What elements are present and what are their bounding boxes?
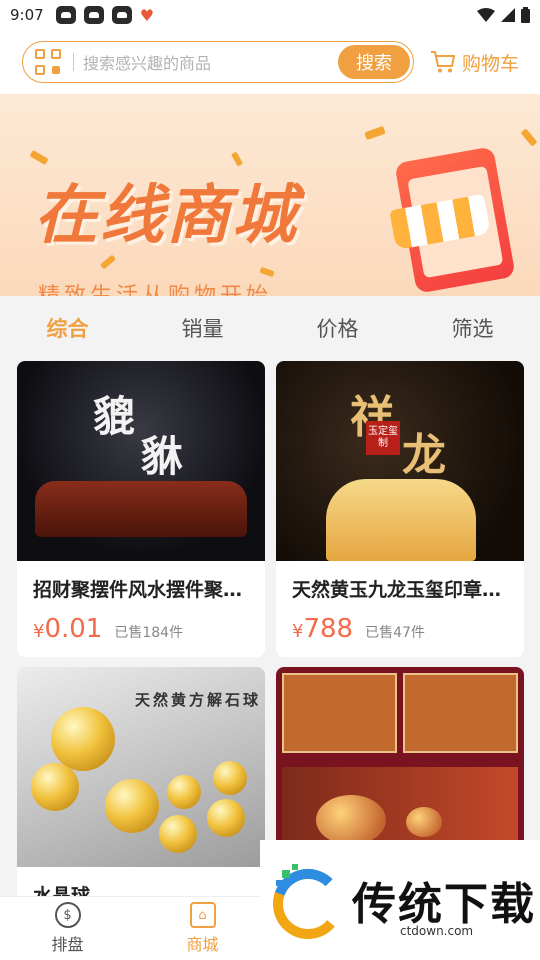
product-card[interactable]: 祥 龙 玉定玺制 天然黄玉九龙玉玺印章… ¥ 788 已售47件 [276, 361, 524, 657]
search-divider [73, 53, 74, 71]
watermark-logo-icon [273, 864, 343, 939]
product-sold-count: 已售47件 [365, 625, 425, 641]
product-card[interactable]: 貔 貅 招财聚摆件风水摆件聚… ¥ 0.01 已售184件 [17, 361, 265, 657]
cart-label: 购物车 [462, 52, 520, 75]
product-image-text: 貅 [141, 432, 184, 481]
app-screen: 9:07 ♥ 搜索感兴趣的商品 搜索 购物车 在线商城 综合 销量 价格 筛选 … [0, 0, 540, 960]
cart-button[interactable]: 购物车 [430, 49, 519, 76]
notification-car-icon [55, 6, 76, 24]
product-name: 招财聚摆件风水摆件聚… [33, 579, 243, 601]
necklace-photo [403, 673, 518, 753]
product-card[interactable] [276, 667, 524, 867]
status-indicators [477, 7, 530, 23]
battery-icon [521, 7, 530, 23]
nav-label: 排盘 [51, 935, 84, 954]
product-image-text: 天然黄方解石球 [135, 691, 262, 709]
watermark: 传统下载 ctdown.com [260, 840, 540, 960]
product-image [276, 667, 524, 867]
cart-icon [431, 51, 455, 73]
product-price: 788 [303, 614, 354, 644]
qr-scan-icon[interactable] [35, 49, 61, 75]
wifi-icon [477, 8, 495, 22]
product-image-text: 龙 [402, 430, 446, 481]
jade-seal-illustration [326, 479, 476, 561]
watermark-title: 传统下载 [352, 879, 536, 930]
compass-icon: $ [54, 902, 81, 928]
bottom-nav: $ 排盘 ⌂ 商城 [0, 896, 270, 960]
product-sold-count: 已售184件 [114, 625, 184, 641]
tab-price[interactable]: 价格 [270, 313, 405, 343]
sort-tabs: 综合 销量 价格 筛选 [0, 296, 540, 360]
nav-item-shop[interactable]: ⌂ 商城 [135, 897, 270, 960]
signal-icon [501, 8, 515, 22]
banner-title: 在线商城 [34, 179, 298, 253]
tab-sales[interactable]: 销量 [135, 313, 270, 343]
search-button[interactable]: 搜索 [338, 45, 410, 79]
status-time: 9:07 [10, 6, 44, 24]
banner-subtitle: 精致生活从购物开始 [38, 278, 272, 296]
product-image: 貔 貅 [17, 361, 265, 561]
nav-item-chart[interactable]: $ 排盘 [0, 897, 135, 960]
watermark-url: ctdown.com [400, 924, 474, 938]
notification-heart-icon: ♥ [139, 5, 155, 25]
product-meta: ¥ 0.01 已售184件 [17, 602, 265, 644]
product-image: 天然黄方解石球 [17, 667, 265, 867]
product-meta: ¥ 788 已售47件 [276, 602, 524, 644]
currency-symbol: ¥ [33, 621, 45, 642]
currency-symbol: ¥ [292, 621, 304, 642]
necklace-photo [282, 673, 397, 753]
product-image-text: 貔 [93, 392, 136, 441]
notification-car-icon [83, 6, 104, 24]
nav-label: 商城 [186, 935, 219, 954]
tab-comprehensive[interactable]: 综合 [0, 313, 135, 343]
search-bar[interactable]: 搜索感兴趣的商品 搜索 [22, 41, 414, 83]
product-image: 祥 龙 玉定玺制 [276, 361, 524, 561]
product-name: 天然黄玉九龙玉玺印章… [292, 579, 502, 601]
notification-car-icon [111, 6, 132, 24]
carving-illustration [35, 481, 247, 537]
shop-icon: ⌂ [189, 902, 216, 928]
product-price: 0.01 [44, 614, 103, 644]
search-header: 搜索感兴趣的商品 搜索 购物车 [0, 30, 540, 94]
tab-filter[interactable]: 筛选 [405, 313, 540, 343]
promo-banner[interactable]: 在线商城 精致生活从购物开始 [0, 94, 540, 296]
seal-stamp: 玉定玺制 [366, 421, 400, 455]
status-bar: 9:07 ♥ [0, 0, 540, 30]
product-card[interactable]: 天然黄方解石球 水晶球 [17, 667, 265, 907]
